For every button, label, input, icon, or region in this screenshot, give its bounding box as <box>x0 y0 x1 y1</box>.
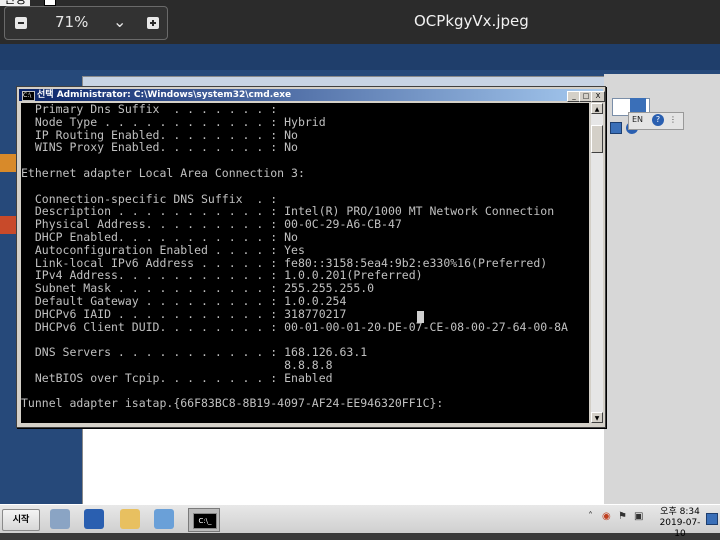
console-line: Ethernet adapter Local Area Connection 3… <box>21 165 305 180</box>
explorer-icon[interactable] <box>120 509 140 529</box>
desktop-shortcut-icon[interactable] <box>0 154 16 172</box>
viewer-toolbar: 신청 71% ⌄ OCPkgyVx.jpeg <box>0 0 720 44</box>
language-help-icon[interactable]: ? <box>652 114 664 126</box>
network-tray-icon[interactable]: ▣ <box>634 511 643 522</box>
speaker-icon[interactable]: ◉ <box>602 511 611 522</box>
language-indicator[interactable]: EN <box>632 113 648 127</box>
cmd-system-icon[interactable]: C:\ <box>22 91 35 101</box>
network-icon[interactable] <box>154 509 174 529</box>
view-icon[interactable] <box>610 122 622 134</box>
console-output[interactable]: Primary Dns Suffix . . . . . . . : Node … <box>21 103 589 423</box>
cmd-window: C:\ 선택 Administrator: C:\Windows\system3… <box>16 86 606 428</box>
language-options-icon[interactable]: ⋮ <box>668 114 678 126</box>
scroll-thumb[interactable] <box>591 125 603 153</box>
desktop-shortcut-icon[interactable] <box>0 216 16 234</box>
start-button[interactable]: 시작 <box>2 509 40 531</box>
close-button[interactable]: X <box>591 91 605 102</box>
scroll-down-button[interactable]: ▼ <box>591 412 603 423</box>
flag-icon[interactable]: ⚑ <box>618 511 627 522</box>
tray-chevron-icon[interactable]: ˄ <box>588 511 593 522</box>
system-tray: ˄ ◉ ⚑ ▣ <box>586 509 656 529</box>
console-line: NetBIOS over Tcpip. . . . . . . . : Enab… <box>34 370 333 385</box>
background-panel <box>604 74 720 504</box>
zoom-out-button[interactable] <box>15 17 27 29</box>
cmd-title: 선택 Administrator: C:\Windows\system32\cm… <box>37 90 292 100</box>
taskbar-cmd-button[interactable]: C:\_ <box>188 508 220 532</box>
powershell-icon[interactable] <box>84 509 104 529</box>
zoom-control: 71% ⌄ <box>4 6 168 40</box>
clock-date: 2019-07-10 <box>659 518 701 539</box>
server-manager-icon[interactable] <box>50 509 70 529</box>
cmd-titlebar[interactable]: C:\ 선택 Administrator: C:\Windows\system3… <box>19 89 605 102</box>
taskbar: 시작 C:\_ ˄ ◉ ⚑ ▣ 오후 8:34 2019-07-10 <box>0 504 720 539</box>
zoom-in-button[interactable] <box>147 17 159 29</box>
scroll-up-button[interactable]: ▲ <box>591 103 603 114</box>
zoom-value[interactable]: 71% <box>55 13 88 31</box>
console-text: Primary Dns Suffix . . . . . . . : Node … <box>21 103 568 410</box>
chevron-down-icon[interactable]: ⌄ <box>113 12 126 31</box>
text-cursor <box>417 311 424 323</box>
vertical-scrollbar[interactable]: ▲ ▼ <box>591 103 603 423</box>
clock-time: 오후 8:34 <box>660 507 700 517</box>
console-line: WINS Proxy Enabled. . . . . . . . : No <box>34 140 298 155</box>
file-title: OCPkgyVx.jpeg <box>414 12 529 30</box>
show-desktop-icon[interactable] <box>706 513 718 525</box>
console-line: Tunnel adapter isatap.{66F83BC8-8B19-409… <box>21 396 444 411</box>
clock[interactable]: 오후 8:34 2019-07-10 <box>656 507 704 540</box>
cmd-icon: C:\_ <box>193 513 217 529</box>
console-line: DHCPv6 Client DUID. . . . . . . . : 00-0… <box>34 319 568 334</box>
